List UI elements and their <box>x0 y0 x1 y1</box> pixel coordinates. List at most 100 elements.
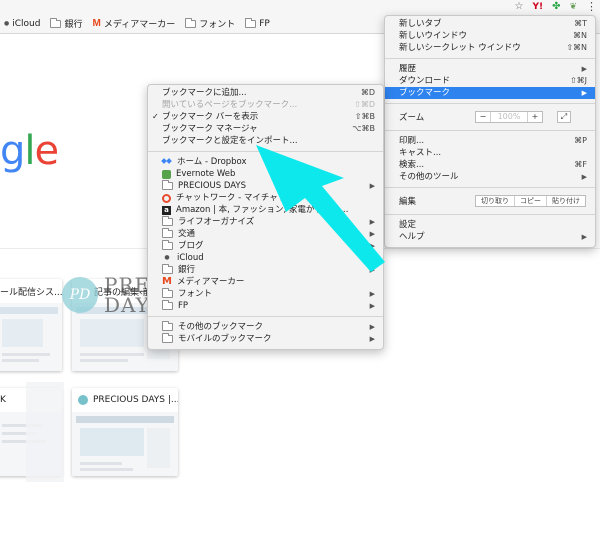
folder-icon <box>162 321 173 331</box>
bookmark-command-item[interactable]: ✓ ブックマーク バーを表示 ⇧⌘B <box>148 111 383 123</box>
logo-letter: l <box>24 128 35 174</box>
menu-item-label: 新しいシークレット ウインドウ <box>399 43 521 53</box>
bookmark-command-item[interactable]: ブックマーク マネージャ ⌥⌘B <box>148 123 383 135</box>
folder-icon <box>162 240 173 250</box>
menu-item-label: 検索... <box>399 160 425 170</box>
folder-icon <box>162 228 173 238</box>
most-visited-tile[interactable]: ール配信シス... <box>0 279 62 371</box>
chrome-menu-item[interactable]: キャスト... <box>385 147 595 159</box>
bookmarks-bar-item[interactable]: フォント <box>185 17 235 30</box>
bookmark-label: Amazon | 本, ファッション, 家電から食品まで | ... <box>176 205 353 215</box>
dropbox-icon <box>162 158 172 167</box>
chrome-menu-item[interactable]: その他のツール ▶ <box>385 171 595 183</box>
bookmark-submenu: ブックマークに追加... ⌘D 開いているページをブックマーク... ⇧⌘D ✓ ブックマ… <box>147 84 384 350</box>
bookmark-label: メディアマーカー <box>177 277 245 287</box>
bookmarks-bar-item[interactable]: M メディアマーカー <box>92 17 175 30</box>
menu-item-label: その他のツール <box>399 172 459 182</box>
menu-separator <box>385 187 595 188</box>
bookmark-item[interactable]: ホーム - Dropbox <box>148 156 383 168</box>
bookmark-item[interactable]: a Amazon | 本, ファッション, 家電から食品まで | ... <box>148 204 383 216</box>
menu-separator <box>148 151 383 152</box>
paste-button[interactable]: 貼り付け <box>546 196 585 206</box>
chatwork-icon <box>162 193 171 203</box>
bookmark-item[interactable]: FP ▶ <box>148 300 383 312</box>
most-visited-tile[interactable]: PRECIOUS DAYS |... <box>72 388 178 476</box>
folder-icon <box>162 300 173 310</box>
chrome-main-menu: 新しいタブ ⌘T 新しいウインドウ ⌘N 新しいシークレット ウインドウ ⇧⌘N 履歴 ▶ ダウ… <box>384 15 596 248</box>
chrome-menu-item[interactable]: ブックマーク ▶ <box>385 87 595 99</box>
bookmark-item[interactable]: Evernote Web <box>148 168 383 180</box>
menu-item-label: ブックマークに追加... <box>162 88 247 98</box>
chrome-menu-item[interactable]: 履歴 ▶ <box>385 63 595 75</box>
bookmark-folder-item[interactable]: モバイルのブックマーク ▶ <box>148 333 383 345</box>
bookmark-item[interactable]: 交通 ▶ <box>148 228 383 240</box>
folder-icon <box>162 333 173 343</box>
bookmark-command-item[interactable]: ブックマークと設定をインポート... <box>148 135 383 147</box>
tile-title: PRECIOUS DAYS |... <box>72 388 178 412</box>
bookmark-item[interactable]: PRECIOUS DAYS ▶ <box>148 180 383 192</box>
bookmark-item[interactable]: ● iCloud <box>148 252 383 264</box>
submenu-arrow-icon: ▶ <box>369 290 375 298</box>
bookmark-label: ブログ <box>178 241 204 251</box>
bookmarks-bar-item[interactable]: 銀行 <box>50 17 82 30</box>
clover-extension-icon[interactable]: ✤ <box>552 1 560 13</box>
bookmark-item[interactable]: ライフオーガナイズ ▶ <box>148 216 383 228</box>
menu-item-label: ブックマーク マネージャ <box>162 124 258 134</box>
chrome-menu-icon[interactable]: ⋮ <box>586 1 597 13</box>
tile-thumbnail <box>0 303 62 371</box>
yahoo-extension-icon[interactable]: Y! <box>532 1 543 13</box>
bookmark-item[interactable]: 銀行 ▶ <box>148 264 383 276</box>
submenu-arrow-icon: ▶ <box>369 323 375 331</box>
submenu-arrow-icon: ▶ <box>581 233 587 241</box>
bookmark-label: 銀行 <box>178 265 196 275</box>
menu-item-shortcut: ⇧⌘B <box>354 112 375 121</box>
fullscreen-icon[interactable]: ⤢ <box>557 111 571 123</box>
menu-item-shortcut: ⌘P <box>574 136 587 145</box>
submenu-arrow-icon: ▶ <box>581 65 587 73</box>
watermark-logo-icon: PD <box>62 277 98 313</box>
menu-separator <box>385 103 595 104</box>
evernote-extension-icon[interactable]: ❦ <box>569 1 577 13</box>
bookmark-command-item: 開いているページをブックマーク... ⇧⌘D <box>148 99 383 111</box>
bookmark-item[interactable]: チャットワーク - マイチャット <box>148 192 383 204</box>
google-logo-partial: gle <box>0 128 59 174</box>
chrome-menu-item[interactable]: ヘルプ ▶ <box>385 231 595 243</box>
bookmark-item[interactable]: ブログ ▶ <box>148 240 383 252</box>
zoom-label: ズーム <box>399 113 425 123</box>
menu-item-shortcut: ⌥⌘B <box>352 124 375 133</box>
bookmark-label: チャットワーク - マイチャット <box>176 193 295 203</box>
bookmark-label: その他のブックマーク <box>178 322 264 332</box>
bookmark-folder-item[interactable]: その他のブックマーク ▶ <box>148 321 383 333</box>
folder-icon <box>185 17 197 28</box>
chrome-menu-item[interactable]: ダウンロード ⇧⌘J <box>385 75 595 87</box>
bookmarks-bar-item[interactable]: ● iCloud <box>4 19 40 29</box>
menu-item-label: 開いているページをブックマーク... <box>162 100 298 110</box>
copy-button[interactable]: コピー <box>514 196 546 206</box>
apple-icon: ● <box>4 20 10 27</box>
m-logo-icon: M <box>162 276 172 287</box>
bookmark-item[interactable]: フォント ▶ <box>148 288 383 300</box>
zoom-out-button[interactable]: − <box>476 112 490 122</box>
chrome-menu-item[interactable]: 設定 <box>385 219 595 231</box>
toolbar-icons: ☆ Y! ✤ ❦ ⋮ <box>514 0 597 14</box>
check-icon: ✓ <box>152 112 159 121</box>
submenu-arrow-icon: ▶ <box>369 218 375 226</box>
bookmarks-bar-item[interactable]: FP <box>245 17 270 29</box>
apple-icon: ● <box>164 254 170 261</box>
zoom-in-button[interactable]: + <box>528 112 542 122</box>
zoom-level: 100% <box>490 112 528 122</box>
bookmark-command-item[interactable]: ブックマークに追加... ⌘D <box>148 87 383 99</box>
bookmarks-bar-label: メディアマーカー <box>103 20 176 30</box>
amazon-icon: a <box>162 205 171 215</box>
bookmark-label: フォント <box>178 289 213 299</box>
chrome-menu-item[interactable]: 新しいウインドウ ⌘N <box>385 30 595 42</box>
chrome-menu-item[interactable]: 新しいタブ ⌘T <box>385 18 595 30</box>
bookmark-item[interactable]: M メディアマーカー <box>148 276 383 288</box>
bookmark-label: ライフオーガナイズ <box>178 217 255 227</box>
bookmark-star-icon[interactable]: ☆ <box>514 1 523 13</box>
bookmark-label: FP <box>178 301 189 311</box>
chrome-menu-item[interactable]: 印刷... ⌘P <box>385 135 595 147</box>
chrome-menu-item[interactable]: 検索... ⌘F <box>385 159 595 171</box>
cut-button[interactable]: 切り取り <box>476 196 514 206</box>
chrome-menu-item[interactable]: 新しいシークレット ウインドウ ⇧⌘N <box>385 42 595 54</box>
